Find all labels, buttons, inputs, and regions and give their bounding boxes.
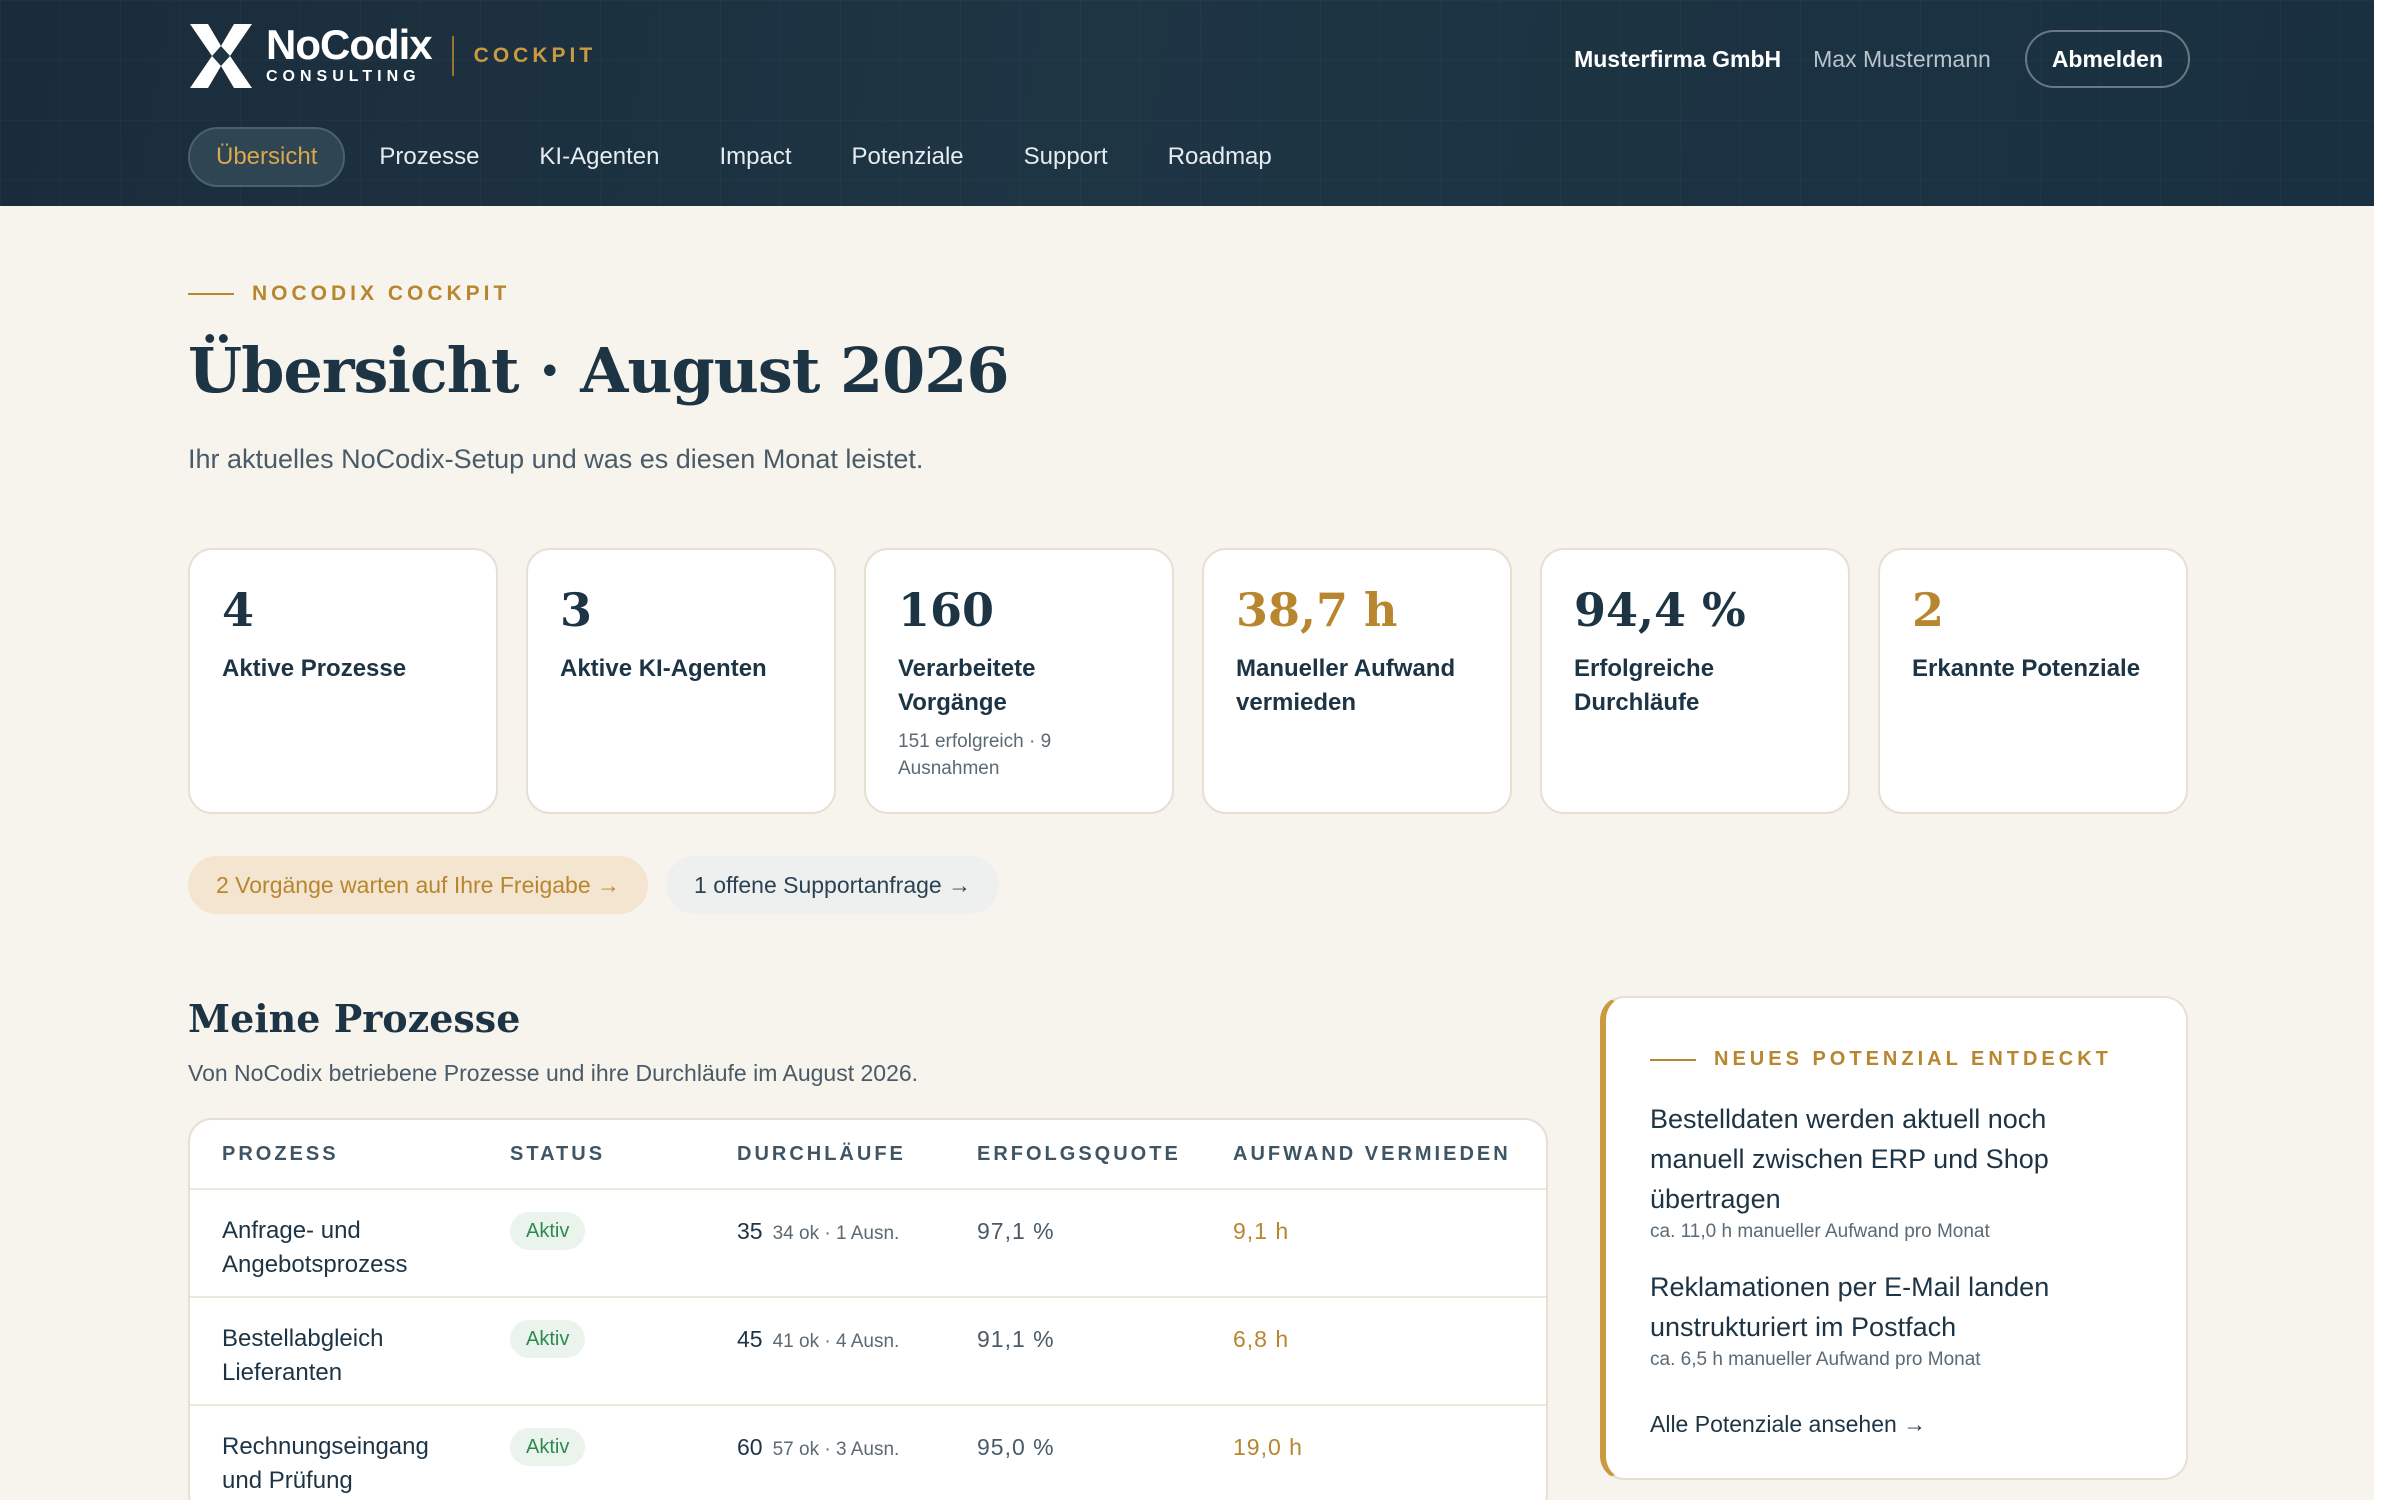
kpi-label: Aktive KI-Agenten — [560, 655, 767, 682]
table-header: PROZESS STATUS DURCHLÄUFE ERFOLGSQUOTE A… — [190, 1120, 1546, 1190]
column-header-aufwand[interactable]: AUFWAND VERMIEDEN — [1233, 1143, 1546, 1166]
potential-eyebrow: NEUES POTENZIAL ENTDECKT — [1650, 1048, 2142, 1071]
nav-item-prozesse[interactable]: Prozesse — [353, 127, 505, 187]
kpi-card-erkannte-potenziale[interactable]: 2 Erkannte Potenziale — [1878, 548, 2188, 814]
processes-table: PROZESS STATUS DURCHLÄUFE ERFOLGSQUOTE A… — [188, 1118, 1548, 1500]
potential-item-sub: ca. 6,5 h manueller Aufwand pro Monat — [1650, 1349, 1981, 1370]
kpi-card-aufwand-vermieden[interactable]: 38,7 h Manueller Aufwand vermieden — [1202, 548, 1512, 814]
table-row[interactable]: Bestellabgleich Lieferanten Aktiv 45 41 o… — [190, 1298, 1546, 1406]
kpi-value: 38,7 h — [1236, 583, 1398, 637]
page-eyebrow: NOCODIX COCKPIT — [188, 282, 510, 306]
process-name[interactable]: Bestellabgleich Lieferanten — [222, 1322, 452, 1390]
runs-detail: 41 ok · 4 Ausn. — [772, 1331, 900, 1352]
nav-item-support[interactable]: Support — [998, 127, 1134, 187]
potential-eyebrow-text: NEUES POTENZIAL ENTDECKT — [1714, 1048, 2112, 1070]
nav-item-potenziale[interactable]: Potenziale — [826, 127, 990, 187]
user-name: Max Mustermann — [1813, 45, 1991, 72]
success-rate: 91,1 % — [977, 1326, 1055, 1352]
effort-saved: 19,0 h — [1233, 1434, 1303, 1460]
kpi-value: 4 — [222, 583, 255, 637]
column-header-durchlaeufe[interactable]: DURCHLÄUFE — [737, 1143, 977, 1166]
notification-pills: 2 Vorgänge warten auf Ihre Freigabe → 1 … — [188, 856, 1017, 914]
logo-sub: CONSULTING — [266, 68, 421, 85]
kpi-card-verarbeitete-vorgaenge[interactable]: 160 Verarbeitete Vorgänge 151 erfolgreic… — [864, 548, 1174, 814]
kpi-card-aktive-prozesse[interactable]: 4 Aktive Prozesse — [188, 548, 498, 814]
potential-item[interactable]: Bestelldaten werden aktuell noch manuell… — [1650, 1099, 2142, 1245]
potential-item[interactable]: Reklamationen per E-Mail landen unstrukt… — [1650, 1267, 2142, 1373]
runs-detail: 34 ok · 1 Ausn. — [772, 1223, 900, 1244]
kpi-value: 94,4 % — [1574, 583, 1746, 637]
kpi-cards: 4 Aktive Prozesse 3 Aktive KI-Agenten 16… — [188, 548, 2188, 814]
kpi-label: Erfolgreiche Durchläufe — [1574, 655, 1715, 716]
processes-title: Meine Prozesse — [188, 996, 521, 1041]
kpi-label: Aktive Prozesse — [222, 655, 407, 682]
runs-detail: 57 ok · 3 Ausn. — [772, 1439, 900, 1460]
runs-count: 45 — [737, 1326, 763, 1352]
page-title: Übersicht · August 2026 — [188, 334, 1010, 407]
all-potentials-link[interactable]: Alle Potenziale ansehen → — [1650, 1411, 2142, 1438]
potential-card: NEUES POTENZIAL ENTDECKT Bestelldaten we… — [1600, 996, 2188, 1480]
potential-item-title: Reklamationen per E-Mail landen unstrukt… — [1650, 1272, 2050, 1342]
table-row[interactable]: Rechnungseingang und Prüfung Aktiv 60 57 … — [190, 1406, 1546, 1500]
runs-count: 60 — [737, 1434, 763, 1460]
nav-item-roadmap[interactable]: Roadmap — [1142, 127, 1298, 187]
page-eyebrow-text: NOCODIX COCKPIT — [252, 282, 511, 305]
potential-item-sub: ca. 11,0 h manueller Aufwand pro Monat — [1650, 1221, 1990, 1242]
kpi-value: 160 — [898, 583, 995, 637]
nocodix-logo-icon — [190, 24, 252, 88]
nav-item-impact[interactable]: Impact — [694, 127, 818, 187]
kpi-value: 2 — [1912, 583, 1945, 637]
kpi-sub: 151 erfolgreich · 9 Ausnahmen — [898, 731, 1052, 779]
column-header-erfolgsquote[interactable]: ERFOLGSQUOTE — [977, 1143, 1233, 1166]
company-name: Musterfirma GmbH — [1574, 45, 1782, 72]
status-badge: Aktiv — [510, 1212, 586, 1250]
kpi-label: Manueller Aufwand vermieden — [1236, 655, 1456, 716]
support-request-link[interactable]: 1 offene Supportanfrage → — [666, 856, 1000, 914]
logout-button[interactable]: Abmelden — [2024, 30, 2190, 88]
processes-subtitle: Von NoCodix betriebene Prozesse und ihre… — [188, 1060, 919, 1086]
page-subtitle: Ihr aktuelles NoCodix-Setup und was es d… — [188, 444, 924, 474]
process-name[interactable]: Rechnungseingang und Prüfung — [222, 1430, 452, 1498]
column-header-prozess[interactable]: PROZESS — [190, 1143, 510, 1166]
effort-saved: 6,8 h — [1233, 1326, 1290, 1352]
eyebrow-line — [1650, 1058, 1696, 1061]
nav-item-ki-agenten[interactable]: KI-Agenten — [513, 127, 685, 187]
effort-saved: 9,1 h — [1233, 1218, 1290, 1244]
logo-divider — [451, 36, 454, 76]
section-label: COCKPIT — [473, 44, 597, 67]
status-badge: Aktiv — [510, 1428, 586, 1466]
process-name[interactable]: Anfrage- und Angebotsprozess — [222, 1214, 452, 1282]
eyebrow-line — [188, 293, 234, 295]
top-header: NoCodix CONSULTING COCKPIT Musterfirma G… — [0, 0, 2374, 206]
scrollbar-track[interactable] — [2374, 0, 2400, 1500]
kpi-value: 3 — [560, 583, 593, 637]
approval-pending-link[interactable]: 2 Vorgänge warten auf Ihre Freigabe → — [188, 856, 649, 914]
logo[interactable]: NoCodix CONSULTING COCKPIT — [188, 22, 596, 90]
kpi-card-erfolgreiche-durchlaeufe[interactable]: 94,4 % Erfolgreiche Durchläufe — [1540, 548, 1850, 814]
status-badge: Aktiv — [510, 1320, 586, 1358]
table-row[interactable]: Anfrage- und Angebotsprozess Aktiv 35 34 … — [190, 1190, 1546, 1298]
nav-item-uebersicht[interactable]: Übersicht — [188, 127, 346, 187]
success-rate: 95,0 % — [977, 1434, 1055, 1460]
runs-count: 35 — [737, 1218, 763, 1244]
kpi-label: Erkannte Potenziale — [1912, 655, 2141, 682]
main-nav: Übersicht Prozesse KI-Agenten Impact Pot… — [188, 127, 1306, 187]
column-header-status[interactable]: STATUS — [510, 1143, 737, 1166]
kpi-label: Verarbeitete Vorgänge — [898, 655, 1036, 716]
kpi-card-aktive-ki-agenten[interactable]: 3 Aktive KI-Agenten — [526, 548, 836, 814]
logo-name: NoCodix — [266, 21, 433, 68]
success-rate: 97,1 % — [977, 1218, 1055, 1244]
header-account: Musterfirma GmbH Max Mustermann Abmelden — [1574, 30, 2190, 88]
potential-item-title: Bestelldaten werden aktuell noch manuell… — [1650, 1104, 2049, 1214]
